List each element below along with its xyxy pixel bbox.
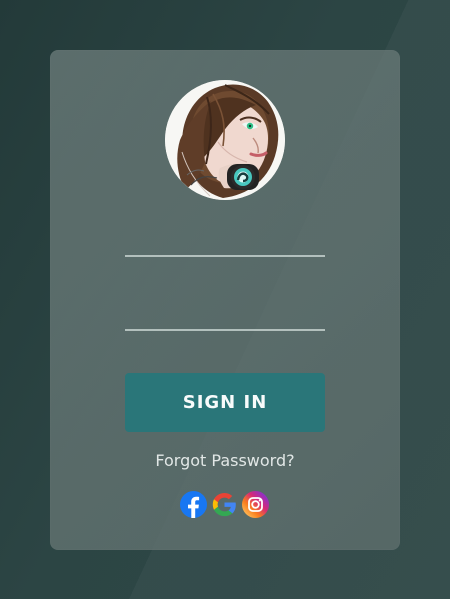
password-input[interactable]: [125, 299, 325, 331]
sign-in-button[interactable]: SIGN IN: [125, 373, 325, 432]
facebook-icon[interactable]: [180, 491, 207, 518]
facebook-logo-icon: [180, 491, 207, 518]
instagram-logo-icon: [242, 491, 269, 518]
profile-avatar: [165, 80, 285, 200]
google-logo-icon: [212, 493, 236, 517]
instagram-icon[interactable]: [242, 491, 269, 518]
forgot-password-link[interactable]: Forgot Password?: [50, 451, 400, 470]
google-icon[interactable]: [211, 491, 238, 518]
social-login-icons: [180, 491, 270, 519]
username-input[interactable]: [125, 225, 325, 257]
avatar-icon: [165, 80, 285, 200]
login-card: SIGN IN Forgot Password?: [50, 50, 400, 550]
